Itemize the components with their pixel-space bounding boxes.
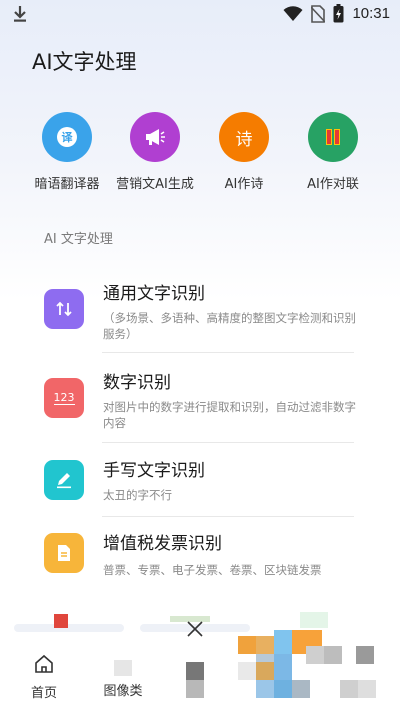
quick-action-couplet[interactable]: AI作对联 — [288, 112, 378, 192]
quick-action-label: AI作诗 — [224, 177, 264, 192]
card-desc: 对图片中的数字进行提取和识别，自动过滤非数字内容 — [103, 400, 356, 430]
nav-home[interactable]: 首页 — [26, 654, 62, 701]
card-title: 增值税发票识别 — [103, 534, 222, 554]
quick-action-label: AI作对联 — [307, 177, 359, 192]
battery-icon — [333, 4, 344, 23]
card-title: 手写文字识别 — [103, 461, 205, 481]
quick-action-label: 营销文AI生成 — [116, 177, 194, 192]
invoice-icon — [44, 533, 84, 573]
status-bar: 10:31 — [0, 0, 400, 30]
partial-red-icon — [54, 614, 68, 628]
quick-action-translator[interactable]: 译 暗语翻译器 — [22, 112, 112, 192]
megaphone-icon — [130, 112, 180, 162]
card-handwriting-ocr[interactable]: 手写文字识别 太丑的字不行 — [44, 460, 354, 505]
nav-label: 图像类 — [103, 684, 143, 699]
nav-image[interactable]: 图像类 — [98, 660, 148, 699]
divider — [102, 352, 354, 353]
divider — [102, 442, 354, 443]
card-number-ocr[interactable]: 123 数字识别 对图片中的数字进行提取和识别，自动过滤非数字内容 — [44, 373, 356, 438]
card-title: 通用文字识别 — [103, 284, 205, 304]
card-desc: （多场景、多语种、高精度的整图文字检测和识别服务） — [103, 311, 356, 341]
couplet-icon — [308, 112, 358, 162]
card-desc: 太丑的字不行 — [103, 488, 172, 502]
poem-icon: 诗 — [219, 112, 269, 162]
quick-action-poem[interactable]: 诗 AI作诗 — [199, 112, 289, 192]
partial-content-strip — [0, 610, 400, 640]
bottom-nav: 首页 图像类 — [0, 630, 400, 711]
app-title: AI文字处理 — [32, 50, 137, 74]
card-general-ocr[interactable]: 通用文字识别 （多场景、多语种、高精度的整图文字检测和识别服务） — [44, 284, 356, 347]
quick-actions: 译 暗语翻译器 营销文AI生成 诗 AI作诗 AI作对联 — [0, 112, 400, 202]
quick-action-label: 暗语翻译器 — [34, 177, 100, 192]
sort-icon — [44, 289, 84, 329]
wifi-icon — [283, 5, 303, 21]
clock: 10:31 — [352, 5, 390, 22]
image-icon — [114, 660, 132, 676]
card-invoice-ocr[interactable]: 增值税发票识别 普票、专票、电子发票、卷票、区块链发票 — [44, 533, 354, 578]
card-desc: 普票、专票、电子发票、卷票、区块链发票 — [103, 563, 322, 577]
divider — [102, 516, 354, 517]
home-icon — [35, 654, 53, 673]
quick-action-marketing[interactable]: 营销文AI生成 — [110, 112, 200, 192]
translate-icon: 译 — [42, 112, 92, 162]
close-icon[interactable] — [186, 620, 204, 638]
section-label: AI 文字处理 — [44, 232, 113, 247]
download-icon — [14, 6, 26, 22]
nav-label: 首页 — [30, 686, 57, 701]
card-title: 数字识别 — [103, 373, 171, 393]
numbers-icon: 123 — [44, 378, 84, 418]
pen-icon — [44, 460, 84, 500]
no-sim-icon — [311, 4, 326, 23]
